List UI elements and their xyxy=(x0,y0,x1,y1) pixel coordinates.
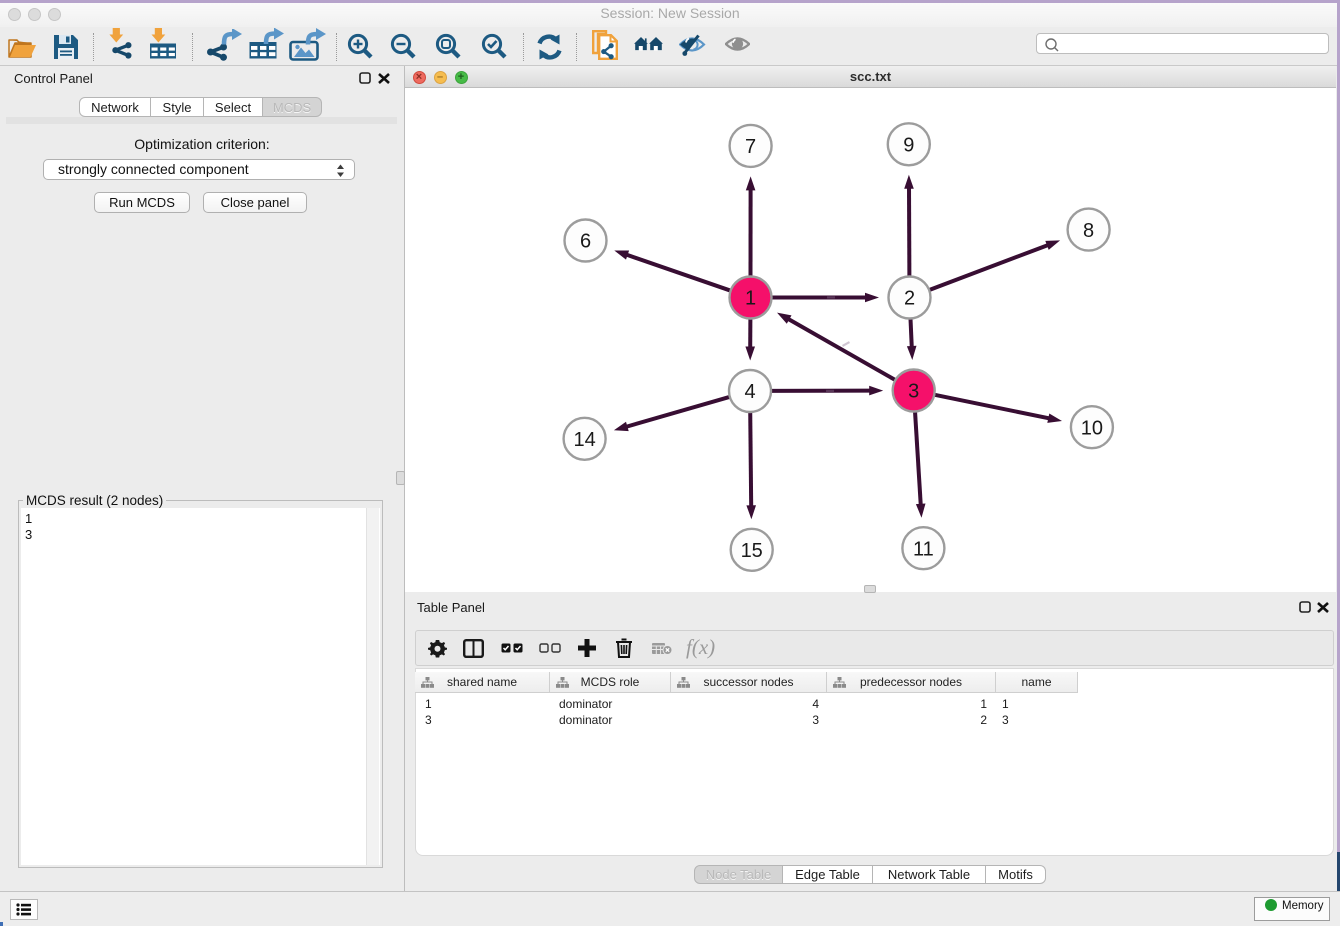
svg-text:3: 3 xyxy=(908,381,919,403)
svg-text:15: 15 xyxy=(741,540,763,562)
svg-text:14: 14 xyxy=(573,429,595,451)
svg-text:11: 11 xyxy=(913,538,934,560)
svg-text:10: 10 xyxy=(1081,417,1103,439)
svg-text:8: 8 xyxy=(1083,220,1094,242)
svg-text:2: 2 xyxy=(904,288,915,310)
svg-text:1: 1 xyxy=(745,288,756,310)
svg-text:9: 9 xyxy=(903,135,914,157)
svg-text:7: 7 xyxy=(745,136,756,158)
svg-text:6: 6 xyxy=(580,231,591,253)
svg-text:4: 4 xyxy=(744,381,755,403)
